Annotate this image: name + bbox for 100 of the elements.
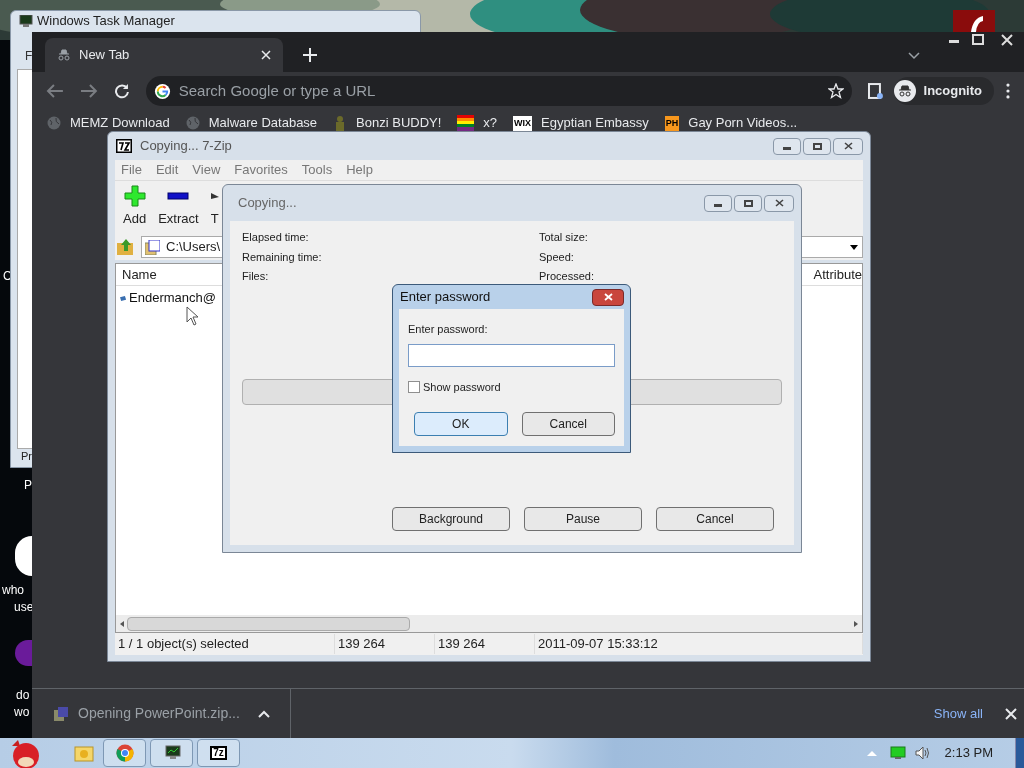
monitor-icon bbox=[19, 15, 33, 27]
field-label: Total size: bbox=[539, 230, 589, 245]
tab-title: New Tab bbox=[79, 46, 131, 65]
app-icon[interactable] bbox=[953, 10, 995, 32]
close-icon[interactable] bbox=[1005, 707, 1017, 720]
close-icon bbox=[843, 142, 853, 150]
minimize-button[interactable] bbox=[704, 194, 732, 212]
minimize-button[interactable] bbox=[773, 137, 801, 155]
menu-item[interactable]: F bbox=[25, 47, 33, 65]
toolbar-button[interactable]: Add bbox=[123, 185, 147, 229]
status-text: 139 264 bbox=[335, 634, 435, 654]
menu-item[interactable]: View bbox=[192, 160, 221, 180]
reload-icon[interactable] bbox=[113, 83, 130, 99]
dialog-button[interactable]: Pause bbox=[524, 507, 642, 531]
bookmark[interactable]: MEMZ Download bbox=[47, 113, 170, 133]
incognito-icon bbox=[893, 80, 916, 102]
window-title: Copying... 7-Zip bbox=[140, 137, 233, 156]
scrollbar-thumb[interactable] bbox=[127, 616, 410, 631]
globe-icon bbox=[185, 116, 200, 130]
incognito-icon bbox=[57, 48, 71, 62]
cursor-icon bbox=[186, 306, 200, 326]
menu-item[interactable]: File bbox=[121, 160, 142, 180]
monitor-icon bbox=[162, 745, 181, 761]
menu-item[interactable]: Favorites bbox=[234, 160, 288, 180]
close-icon bbox=[603, 293, 613, 301]
scroll-left-icon[interactable] bbox=[119, 620, 125, 627]
bookmark[interactable]: x? bbox=[457, 113, 498, 133]
chevron-up-icon[interactable] bbox=[257, 709, 270, 718]
desktop-icon-label: P bbox=[24, 479, 32, 491]
menu-item[interactable]: Edit bbox=[155, 160, 179, 180]
field-label: Files: bbox=[242, 269, 270, 284]
back-icon[interactable] bbox=[46, 83, 64, 99]
dialog-title: Enter password bbox=[400, 288, 492, 307]
chevron-down-icon[interactable] bbox=[908, 52, 920, 60]
download-item[interactable]: Opening PowerPoint.zip... bbox=[78, 703, 240, 724]
checkbox[interactable] bbox=[408, 380, 420, 393]
dialog-button[interactable]: Cancel bbox=[521, 412, 615, 436]
dialog-button[interactable]: Cancel bbox=[656, 507, 774, 531]
site-badge: PH bbox=[664, 115, 680, 131]
scrollbar[interactable] bbox=[116, 615, 862, 632]
field-label: Remaining time: bbox=[242, 249, 323, 265]
network-icon[interactable] bbox=[889, 746, 906, 760]
close-button[interactable] bbox=[764, 194, 794, 212]
seven-zip-icon: 7z bbox=[210, 746, 227, 760]
profile-button[interactable]: Incognito bbox=[893, 77, 994, 105]
app-icon[interactable] bbox=[15, 536, 32, 576]
bookmark[interactable]: WIX Egyptian Embassy bbox=[513, 113, 649, 133]
status-text: 2011-09-07 15:33:12 bbox=[535, 634, 863, 654]
field-label: Elapsed time: bbox=[242, 230, 310, 245]
scroll-right-icon[interactable] bbox=[853, 620, 859, 627]
close-button[interactable] bbox=[833, 137, 863, 155]
dialog-title: Copying... bbox=[238, 194, 298, 213]
dialog-button[interactable]: Background bbox=[392, 507, 510, 531]
speaker-icon[interactable] bbox=[914, 746, 931, 760]
password-field[interactable] bbox=[408, 343, 615, 367]
field-label: Speed: bbox=[539, 249, 575, 265]
column-header[interactable]: Attribute bbox=[813, 264, 862, 285]
rainbow-flag-icon bbox=[457, 115, 475, 131]
new-tab-icon[interactable] bbox=[303, 48, 317, 62]
field-label: Processed: bbox=[539, 269, 595, 284]
bookmark[interactable]: Malware Database bbox=[185, 113, 318, 133]
close-icon[interactable] bbox=[261, 50, 271, 60]
dropdown-icon[interactable] bbox=[850, 244, 858, 250]
tab[interactable]: Pr bbox=[21, 448, 32, 465]
desktop-icon-label: use bbox=[14, 601, 34, 613]
archive-icon bbox=[145, 239, 160, 255]
globe-icon bbox=[47, 116, 61, 130]
address-bar[interactable]: Search Google or type a URL bbox=[145, 76, 852, 106]
bookmark[interactable]: PH Gay Porn Videos... bbox=[664, 113, 798, 133]
star-icon[interactable] bbox=[827, 83, 844, 99]
tablet-icon[interactable] bbox=[867, 82, 884, 100]
taskbar-button[interactable] bbox=[150, 739, 193, 767]
close-icon bbox=[774, 199, 784, 207]
arrow-icon bbox=[210, 193, 219, 199]
desktop-icon-label: who bbox=[2, 584, 24, 596]
plus-icon bbox=[123, 185, 146, 207]
toolbar-button[interactable]: Extract bbox=[158, 185, 199, 229]
field-label: Enter password: bbox=[408, 322, 489, 337]
checkbox-label: Show password bbox=[423, 379, 501, 395]
show-all-link[interactable]: Show all bbox=[933, 703, 983, 724]
menu-icon[interactable] bbox=[1006, 83, 1010, 99]
file-row[interactable]: Endermanch@ bbox=[116, 289, 216, 307]
taskbar-button[interactable]: 7z bbox=[197, 739, 240, 767]
browser-tab[interactable]: New Tab bbox=[45, 38, 283, 72]
desktop-icon-label: wo bbox=[14, 706, 30, 718]
maximize-button[interactable] bbox=[734, 194, 762, 212]
toolbar-button[interactable]: T bbox=[210, 185, 219, 229]
column-header[interactable]: Name bbox=[122, 264, 157, 285]
menu-item[interactable]: Tools bbox=[301, 160, 333, 180]
close-button[interactable] bbox=[592, 288, 624, 306]
status-text: 1 / 1 object(s) selected bbox=[115, 634, 335, 654]
bookmark[interactable]: Bonzi BUDDY! bbox=[333, 113, 442, 133]
dialog-button[interactable]: OK bbox=[414, 412, 508, 436]
address-field[interactable]: Search Google or type a URL bbox=[178, 79, 820, 103]
archive-icon bbox=[54, 706, 68, 721]
menu-item[interactable]: Help bbox=[346, 160, 373, 180]
forward-icon[interactable] bbox=[79, 83, 98, 99]
clock[interactable]: 2:13 PM bbox=[944, 743, 993, 763]
chrome-icon bbox=[115, 744, 134, 762]
maximize-button[interactable] bbox=[803, 137, 831, 155]
